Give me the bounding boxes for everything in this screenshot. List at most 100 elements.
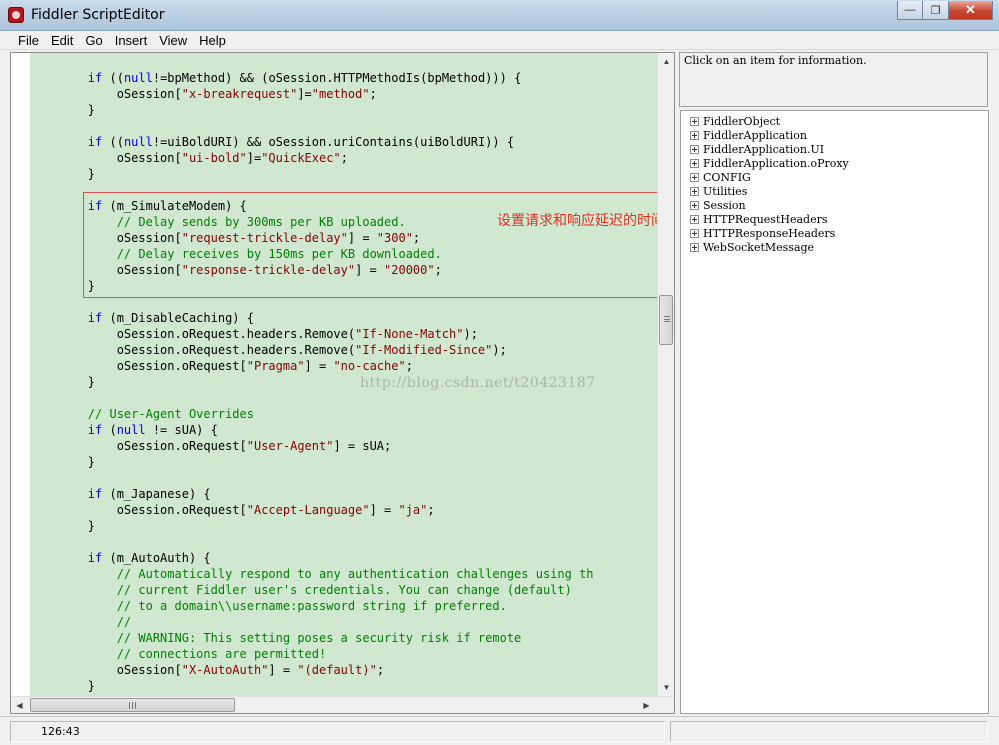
code-token: // WARNING: This setting poses a securit…	[116, 631, 522, 645]
code-token: oSession[	[30, 151, 182, 165]
tree-item-fiddlerobject[interactable]: FiddlerObject	[690, 114, 780, 128]
code-token: ] =	[268, 663, 298, 677]
expand-plus-icon[interactable]	[690, 214, 699, 224]
code-token: oSession.oRequest.headers.Remove(	[30, 343, 356, 357]
code-token: null	[123, 71, 153, 85]
vertical-scrollbar[interactable]: ▲ ▼	[657, 53, 674, 696]
code-token: ((	[102, 135, 124, 149]
code-token: ] = sUA;	[333, 439, 392, 453]
tree-item-label: CONFIG	[703, 170, 751, 184]
menu-go[interactable]: Go	[79, 31, 108, 49]
menu-file[interactable]: File	[12, 31, 45, 49]
menu-view[interactable]: View	[153, 31, 193, 49]
code-token: }	[30, 375, 96, 389]
code-token: if	[87, 551, 103, 565]
horizontal-scroll-thumb[interactable]	[30, 698, 235, 712]
code-token: }	[30, 519, 96, 533]
code-line: // User-Agent Overrides	[30, 406, 254, 422]
scroll-left-icon[interactable]: ◀	[11, 697, 28, 714]
code-token: oSession[	[30, 663, 182, 677]
title-bar: Fiddler ScriptEditor — ❐ ✕	[0, 0, 999, 31]
expand-plus-icon[interactable]	[690, 158, 699, 168]
code-token: (m_Japanese) {	[102, 487, 211, 501]
code-line: }	[30, 102, 95, 118]
object-tree[interactable]: FiddlerObject FiddlerApplication Fiddler…	[680, 110, 989, 714]
expand-plus-icon[interactable]	[690, 228, 699, 238]
expand-plus-icon[interactable]	[690, 144, 699, 154]
code-token: "no-cache"	[333, 359, 406, 373]
expand-plus-icon[interactable]	[690, 200, 699, 210]
tree-item-label: FiddlerApplication.oProxy	[703, 156, 849, 170]
expand-plus-icon[interactable]	[690, 130, 699, 140]
tree-item-fiddlerapplication-ui[interactable]: FiddlerApplication.UI	[690, 142, 824, 156]
code-token: if	[87, 487, 103, 501]
code-line: if (null != sUA) {	[30, 422, 218, 438]
tree-item-fiddlerapplication[interactable]: FiddlerApplication	[690, 128, 807, 142]
code-token: (m_DisableCaching) {	[102, 311, 254, 325]
tree-item-label: Utilities	[703, 184, 748, 198]
code-line: oSession.oRequest["Pragma"] = "no-cache"…	[30, 358, 413, 374]
code-line: oSession.oRequest.headers.Remove("If-Mod…	[30, 342, 507, 358]
tree-item-httpresponseheaders[interactable]: HTTPResponseHeaders	[690, 226, 835, 240]
vertical-scroll-thumb[interactable]	[659, 295, 673, 345]
code-token: "(default)"	[297, 663, 377, 677]
code-line: oSession.oRequest["Accept-Language"] = "…	[30, 502, 435, 518]
info-text: Click on an item for information.	[684, 54, 867, 67]
code-token: }	[30, 679, 96, 693]
window-title: Fiddler ScriptEditor	[31, 7, 165, 23]
tree-item-session[interactable]: Session	[690, 198, 746, 212]
expand-plus-icon[interactable]	[690, 186, 699, 196]
code-token: );	[463, 327, 478, 341]
code-token: "Pragma"	[246, 359, 305, 373]
tree-item-label: WebSocketMessage	[703, 240, 815, 254]
tree-item-config[interactable]: CONFIG	[690, 170, 751, 184]
tree-item-label: Session	[703, 198, 746, 212]
code-area[interactable]: } oSession["X-AutoAuth"] = "(default)"; …	[30, 53, 657, 696]
tree-item-httprequestheaders[interactable]: HTTPRequestHeaders	[690, 212, 827, 226]
code-line: if ((null!=uiBoldURI) && oSession.uriCon…	[30, 134, 514, 150]
code-token: ;	[340, 151, 348, 165]
code-token: (m_AutoAuth) {	[102, 551, 211, 565]
tree-item-label: FiddlerApplication.UI	[703, 142, 825, 156]
expand-plus-icon[interactable]	[690, 172, 699, 182]
code-token: }	[30, 455, 96, 469]
tree-item-label: FiddlerObject	[703, 114, 781, 128]
code-token: !=uiBoldURI) && oSession.uriContains(uiB…	[152, 135, 515, 149]
tree-item-websocketmessage[interactable]: WebSocketMessage	[690, 240, 814, 254]
expand-plus-icon[interactable]	[690, 242, 699, 252]
minimize-button[interactable]: —	[897, 1, 923, 20]
menu-insert[interactable]: Insert	[109, 31, 154, 49]
close-button[interactable]: ✕	[949, 1, 993, 20]
code-token: if	[87, 135, 103, 149]
code-line: }	[30, 454, 95, 470]
info-pane: Click on an item for information.	[679, 52, 988, 107]
annotation-text: 设置请求和响应延迟的时间	[497, 213, 657, 229]
expand-plus-icon[interactable]	[690, 116, 699, 126]
tree-item-utilities[interactable]: Utilities	[690, 184, 747, 198]
code-token: oSession.oRequest.headers.Remove(	[30, 327, 356, 341]
menu-edit[interactable]: Edit	[45, 31, 79, 49]
code-token: ]=	[246, 151, 262, 165]
tree-item-fiddlerapplication-oproxy[interactable]: FiddlerApplication.oProxy	[690, 156, 849, 170]
code-token: oSession[	[30, 87, 182, 101]
restore-button[interactable]: ❐	[923, 1, 949, 20]
horizontal-scrollbar[interactable]: ◀ ▶	[11, 696, 674, 713]
code-token: );	[492, 343, 507, 357]
code-token: "QuickExec"	[261, 151, 341, 165]
status-panel	[670, 721, 988, 742]
code-token: "If-Modified-Since"	[355, 343, 493, 357]
code-token: // current Fiddler user's credentials. Y…	[116, 583, 572, 597]
scroll-up-icon[interactable]: ▲	[658, 53, 675, 70]
scroll-right-icon[interactable]: ▶	[638, 697, 655, 714]
script-editor[interactable]: } oSession["X-AutoAuth"] = "(default)"; …	[10, 52, 675, 714]
watermark: http://blog.csdn.net/t20423187	[360, 375, 596, 391]
tree-item-label: HTTPResponseHeaders	[703, 226, 836, 240]
code-token: // User-Agent Overrides	[87, 407, 254, 421]
scroll-down-icon[interactable]: ▼	[658, 679, 675, 696]
menu-help[interactable]: Help	[193, 31, 232, 49]
